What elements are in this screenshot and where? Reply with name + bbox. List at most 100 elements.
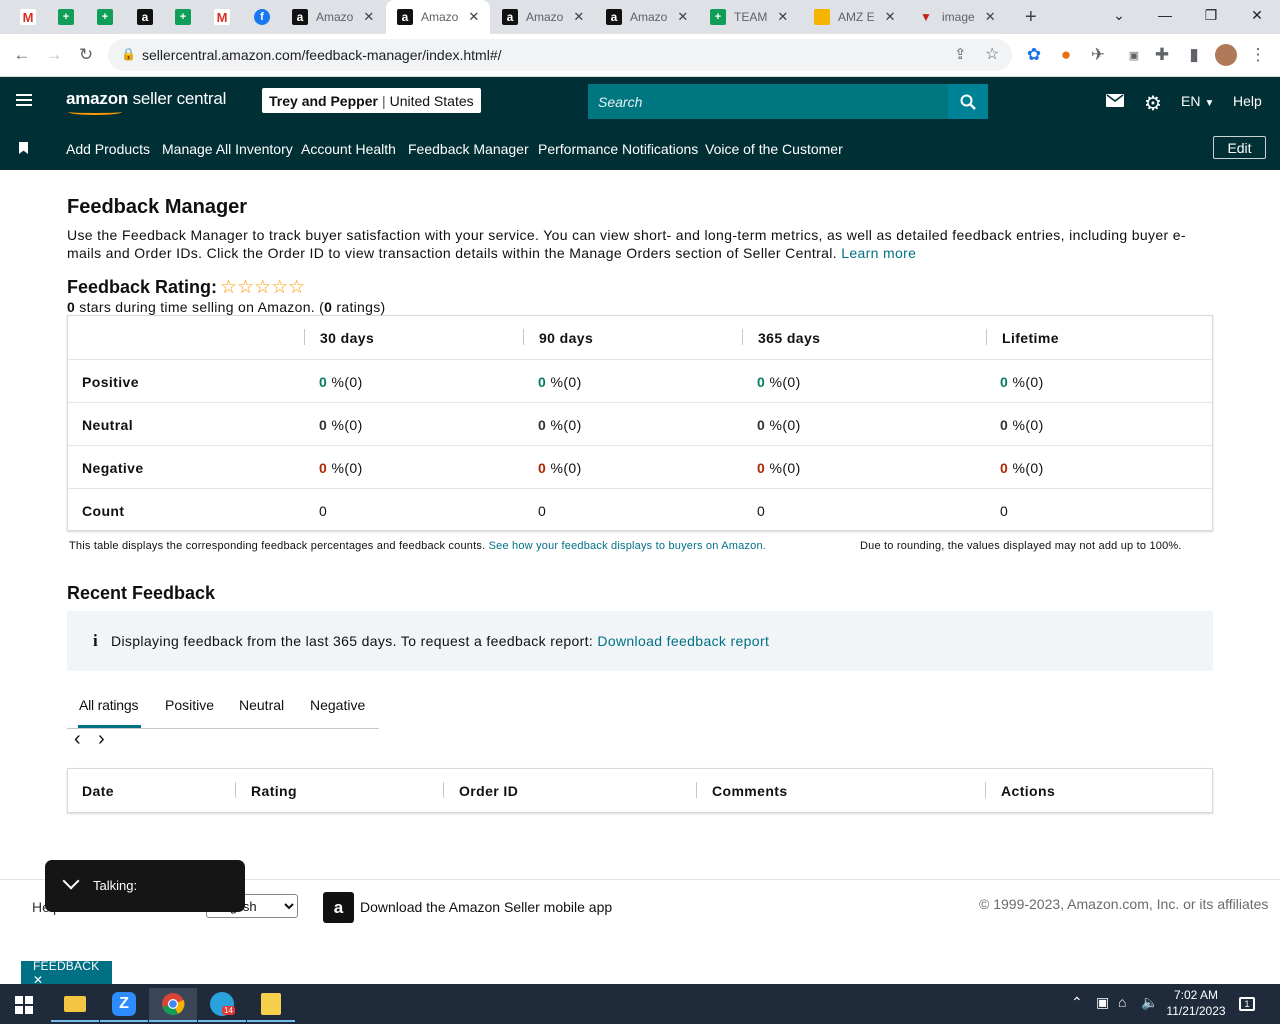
hamburger-menu-icon[interactable] [16, 94, 32, 106]
profile-avatar[interactable] [1213, 42, 1239, 68]
browser-tab[interactable]: a Amazo ✕ [292, 0, 374, 34]
back-icon[interactable]: ← [9, 42, 35, 68]
tab-negative[interactable]: Negative [310, 697, 365, 713]
download-report-link[interactable]: Download feedback report [597, 633, 769, 649]
extensions-puzzle-icon[interactable]: ✚ [1149, 42, 1175, 68]
browser-tab[interactable]: f [254, 0, 270, 34]
network-icon[interactable]: ⌂ [1118, 994, 1126, 1010]
minimize-icon[interactable]: — [1142, 0, 1188, 30]
browser-tab[interactable]: M [214, 0, 230, 34]
window-close-icon[interactable]: ✕ [1234, 0, 1280, 30]
talking-overlay[interactable]: Talking: [45, 860, 245, 912]
cell-suffix: %(0) [327, 460, 363, 476]
browser-tab[interactable]: ▼ image ✕ [918, 0, 996, 34]
amazon-seller-central-logo[interactable]: amazon seller central [66, 89, 227, 115]
address-bar[interactable]: 🔒 sellercentral.amazon.com/feedback-mana… [108, 39, 1012, 71]
summary-end: ratings) [332, 299, 386, 315]
bookmark-star-icon[interactable]: ☆ [985, 44, 999, 64]
prev-page-icon[interactable]: ‹ [74, 728, 81, 751]
close-icon[interactable]: ✕ [777, 9, 788, 25]
browser-tab[interactable]: a Amazo ✕ [606, 0, 688, 34]
nav-performance-notifications[interactable]: Performance Notifications [538, 141, 698, 157]
nav-add-products[interactable]: Add Products [66, 141, 150, 157]
restore-icon[interactable]: ❐ [1188, 0, 1234, 30]
language-selector[interactable]: EN ▼ [1181, 93, 1214, 109]
share-icon[interactable]: ⇪ [954, 45, 967, 63]
search-input[interactable] [588, 84, 948, 119]
learn-more-link[interactable]: Learn more [841, 245, 916, 261]
sticky-notes-icon[interactable] [247, 988, 295, 1022]
nav-feedback-manager[interactable]: Feedback Manager [408, 141, 529, 157]
tray-overflow-icon[interactable]: ⌃ [1071, 994, 1083, 1011]
column-header: 90 days [539, 330, 594, 346]
cell-suffix: %(0) [546, 374, 582, 390]
browser-tab[interactable]: + [175, 0, 191, 34]
telegram-icon[interactable]: 14 [198, 988, 246, 1022]
search-button[interactable] [948, 84, 988, 119]
zoom-icon[interactable]: Z [100, 988, 148, 1022]
browser-tab[interactable]: M [20, 0, 36, 34]
seller-central-header: amazon seller central Trey and Pepper | … [0, 77, 1280, 126]
help-link[interactable]: Help [1233, 93, 1262, 109]
chrome-icon[interactable] [149, 988, 197, 1022]
logo-rest: seller central [128, 89, 227, 108]
extension-icon[interactable]: ✿ [1021, 42, 1047, 68]
extension-icon[interactable]: ✈ [1085, 42, 1111, 68]
tab-neutral[interactable]: Neutral [239, 697, 284, 713]
feedback-widget-tab[interactable]: FEEDBACK ✕ [21, 959, 112, 987]
close-icon[interactable]: ✕ [677, 9, 688, 25]
browser-tab-active[interactable]: a Amazo ✕ [386, 0, 490, 34]
volume-icon[interactable]: 🔈 [1141, 994, 1158, 1011]
close-icon[interactable]: ✕ [885, 9, 896, 25]
buyer-view-link[interactable]: See how your feedback displays to buyers… [489, 540, 766, 552]
browser-tab[interactable]: + [58, 0, 74, 34]
meet-now-icon[interactable]: ▣ [1096, 994, 1109, 1011]
tab-search-icon[interactable]: ⌄ [1096, 0, 1142, 30]
column-header[interactable]: Date [82, 783, 114, 799]
edit-nav-button[interactable]: Edit [1213, 136, 1266, 159]
browser-tab[interactable]: + [97, 0, 113, 34]
bookmark-icon[interactable] [19, 142, 28, 154]
side-panel-icon[interactable]: ▮ [1181, 42, 1207, 68]
table-note: This table displays the corresponding fe… [69, 540, 766, 552]
close-icon[interactable]: ✕ [985, 9, 996, 25]
settings-gear-icon[interactable]: ⚙ [1144, 91, 1162, 116]
browser-tab[interactable]: AMZ E ✕ [814, 0, 896, 34]
mail-icon[interactable] [1106, 94, 1124, 112]
column-header[interactable]: Comments [712, 783, 788, 799]
nav-manage-inventory[interactable]: Manage All Inventory [162, 141, 293, 157]
rating-summary: 0 stars during time selling on Amazon. (… [67, 299, 386, 315]
notifications-icon[interactable]: 1 [1239, 994, 1255, 1011]
browser-tab[interactable]: + TEAM ✕ [710, 0, 788, 34]
extension-icon[interactable]: ● [1053, 42, 1079, 68]
extension-off-icon[interactable]: ▣ [1121, 42, 1147, 68]
amazon-app-icon[interactable]: a [323, 892, 354, 923]
close-icon[interactable]: ✕ [468, 9, 479, 25]
tab-title: Amazo [526, 10, 564, 24]
close-icon[interactable]: ✕ [363, 9, 374, 25]
nav-voice-of-customer[interactable]: Voice of the Customer [705, 141, 843, 157]
browser-tab[interactable]: a Amazo ✕ [502, 0, 584, 34]
chevron-down-icon[interactable] [62, 872, 80, 890]
column-header: 30 days [320, 330, 375, 346]
column-header[interactable]: Order ID [459, 783, 518, 799]
nav-account-health[interactable]: Account Health [301, 141, 396, 157]
browser-menu-icon[interactable]: ⋮ [1245, 42, 1271, 68]
browser-tab[interactable]: a [137, 0, 153, 34]
windows-start-icon[interactable] [0, 988, 48, 1022]
new-tab-button[interactable]: + [1025, 0, 1037, 34]
column-header[interactable]: Actions [1001, 783, 1055, 799]
file-explorer-icon[interactable] [51, 988, 99, 1022]
reload-icon[interactable]: ↻ [73, 42, 99, 68]
tab-title: Amazo [421, 10, 459, 24]
tab-positive[interactable]: Positive [165, 697, 214, 713]
account-switcher[interactable]: Trey and Pepper | United States [262, 88, 481, 113]
mobile-app-link[interactable]: Download the Amazon Seller mobile app [360, 899, 612, 915]
forward-icon[interactable]: → [41, 42, 67, 68]
tab-all-ratings[interactable]: All ratings [79, 697, 138, 713]
next-page-icon[interactable]: › [98, 728, 105, 751]
summary-text: stars during time selling on Amazon. ( [75, 299, 325, 315]
system-clock[interactable]: 7:02 AM 11/21/2023 [1160, 987, 1232, 1019]
close-icon[interactable]: ✕ [573, 9, 584, 25]
column-header[interactable]: Rating [251, 783, 297, 799]
